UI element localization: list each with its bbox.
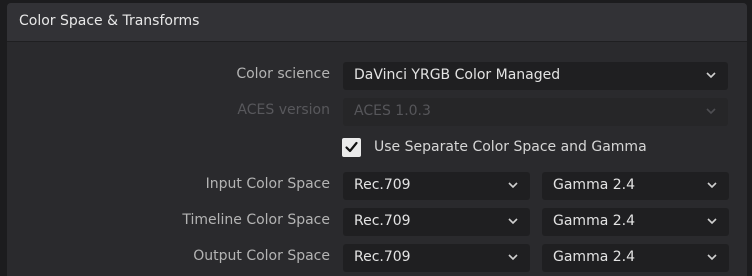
color-space-panel: Color Space & Transforms Color science D…	[7, 3, 747, 276]
input-gamma-value: Gamma 2.4	[553, 177, 635, 193]
output-color-space-value: Rec.709	[354, 249, 411, 265]
chevron-down-icon	[508, 217, 518, 225]
output-color-space-dropdown[interactable]: Rec.709	[343, 244, 530, 272]
timeline-gamma-dropdown[interactable]: Gamma 2.4	[542, 208, 729, 236]
timeline-color-space-value: Rec.709	[354, 213, 411, 229]
aces-version-value: ACES 1.0.3	[354, 103, 431, 119]
chevron-down-icon	[707, 253, 717, 261]
output-gamma-value: Gamma 2.4	[553, 249, 635, 265]
window-background: Color Space & Transforms Color science D…	[0, 0, 752, 276]
panel-header: Color Space & Transforms	[7, 3, 747, 42]
chevron-down-icon	[707, 217, 717, 225]
color-science-value: DaVinci YRGB Color Managed	[354, 67, 561, 83]
timeline-gamma-value: Gamma 2.4	[553, 213, 635, 229]
panel-title: Color Space & Transforms	[19, 13, 200, 29]
separate-color-space-checkbox[interactable]	[342, 138, 361, 157]
timeline-color-space-dropdown[interactable]: Rec.709	[343, 208, 530, 236]
input-color-space-value: Rec.709	[354, 177, 411, 193]
chevron-down-icon	[707, 181, 717, 189]
output-gamma-dropdown[interactable]: Gamma 2.4	[542, 244, 729, 272]
timeline-color-space-label: Timeline Color Space	[182, 212, 330, 228]
chevron-down-icon	[508, 253, 518, 261]
color-science-label: Color science	[236, 66, 330, 82]
input-gamma-dropdown[interactable]: Gamma 2.4	[542, 172, 729, 200]
input-color-space-dropdown[interactable]: Rec.709	[343, 172, 530, 200]
aces-version-label: ACES version	[237, 102, 330, 118]
panel-body: Color science DaVinci YRGB Color Managed…	[7, 42, 747, 276]
separate-color-space-label[interactable]: Use Separate Color Space and Gamma	[374, 139, 647, 155]
input-color-space-label: Input Color Space	[205, 176, 330, 192]
chevron-down-icon	[508, 181, 518, 189]
aces-version-dropdown: ACES 1.0.3	[343, 98, 728, 126]
color-science-dropdown[interactable]: DaVinci YRGB Color Managed	[343, 62, 728, 90]
output-color-space-label: Output Color Space	[193, 248, 330, 264]
checkmark-icon	[345, 141, 358, 153]
chevron-down-icon	[706, 71, 716, 79]
chevron-down-icon	[706, 107, 716, 115]
